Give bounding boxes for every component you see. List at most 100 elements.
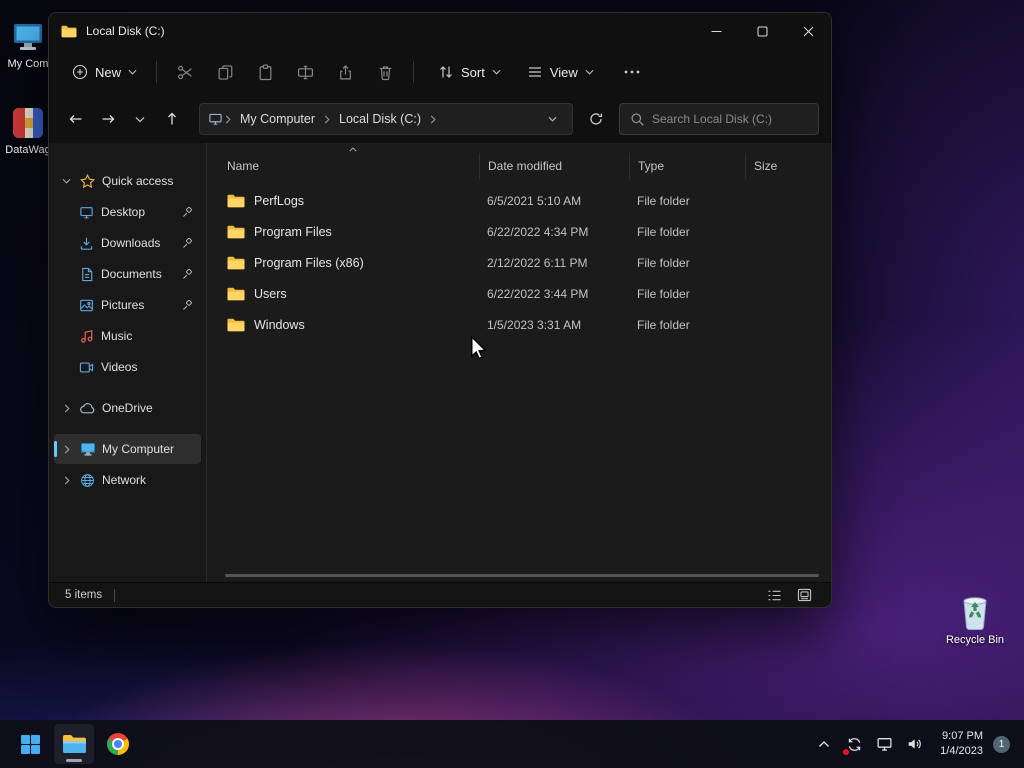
column-header-size[interactable]: Size	[745, 153, 807, 179]
horizontal-scrollbar[interactable]	[225, 574, 819, 577]
sidebar-item-my-computer[interactable]: My Computer	[54, 434, 201, 464]
file-row[interactable]: Users 6/22/2022 3:44 PM File folder	[207, 278, 831, 309]
title-bar: Local Disk (C:)	[49, 13, 831, 49]
sidebar-item-label: Pictures	[101, 298, 145, 312]
sidebar-item-pictures[interactable]: Pictures	[54, 290, 201, 320]
desktop-monitor-icon	[78, 205, 95, 220]
recent-locations-button[interactable]	[125, 104, 155, 134]
downloads-icon	[78, 236, 95, 251]
taskbar-chrome-button[interactable]	[98, 724, 138, 764]
toolbar-divider	[156, 61, 158, 83]
file-row[interactable]: Program Files (x86) 2/12/2022 6:11 PM Fi…	[207, 247, 831, 278]
pin-icon	[182, 206, 196, 218]
delete-button[interactable]	[365, 55, 405, 89]
file-type: File folder	[637, 317, 690, 332]
file-date-modified: 1/5/2023 3:31 AM	[487, 317, 582, 332]
close-button[interactable]	[785, 13, 831, 49]
folder-icon	[227, 194, 245, 208]
pin-icon	[182, 237, 196, 249]
folder-icon	[227, 287, 245, 301]
tray-sync-icon[interactable]	[840, 724, 868, 764]
column-header-name[interactable]: Name	[227, 147, 479, 179]
share-button[interactable]	[325, 55, 365, 89]
navigation-pane: Quick access Desktop Downloads Documents…	[49, 143, 207, 582]
sidebar-item-music[interactable]: Music	[54, 321, 201, 351]
sort-ascending-icon	[349, 147, 357, 152]
sidebar-item-label: Desktop	[101, 205, 146, 219]
refresh-button[interactable]	[581, 104, 611, 134]
cloud-icon	[79, 402, 96, 414]
maximize-button[interactable]	[739, 13, 785, 49]
sidebar-item-label: Videos	[101, 360, 138, 374]
sidebar-item-videos[interactable]: Videos	[54, 352, 201, 382]
sidebar-item-label: My Computer	[102, 442, 175, 456]
forward-button[interactable]	[93, 104, 123, 134]
back-button[interactable]	[61, 104, 91, 134]
chevron-right-icon	[223, 115, 233, 124]
sidebar-item-onedrive[interactable]: OneDrive	[54, 393, 201, 423]
sidebar-item-label: Documents	[101, 267, 162, 281]
file-type: File folder	[637, 286, 690, 301]
file-row[interactable]: Windows 1/5/2023 3:31 AM File folder	[207, 309, 831, 340]
new-button-label: New	[95, 64, 122, 80]
minimize-button[interactable]	[693, 13, 739, 49]
chevron-down-icon	[492, 69, 501, 75]
folder-icon	[227, 318, 245, 332]
column-header-type[interactable]: Type	[629, 153, 745, 179]
notification-count-badge[interactable]: 1	[993, 735, 1010, 753]
sidebar-item-label: Quick access	[102, 174, 174, 188]
item-count: 5 items	[65, 589, 103, 601]
sort-button[interactable]: Sort	[428, 57, 511, 87]
column-headers: Name Date modified Type Size	[207, 147, 831, 179]
toolbar-divider	[413, 61, 415, 83]
large-icons-view-button[interactable]	[793, 585, 815, 605]
recycle-bin-icon	[943, 592, 1007, 630]
breadcrumb-my-computer[interactable]: My Computer	[233, 108, 322, 130]
desktop-icon-label: Recycle Bin	[945, 634, 1005, 646]
rename-button[interactable]	[285, 55, 325, 89]
folder-icon	[227, 225, 245, 239]
folder-icon	[227, 256, 245, 270]
file-row[interactable]: PerfLogs 6/5/2021 5:10 AM File folder	[207, 185, 831, 216]
taskbar-clock[interactable]: 9:07 PM 1/4/2023	[930, 729, 991, 759]
file-type: File folder	[637, 193, 690, 208]
address-dropdown-button[interactable]	[540, 107, 564, 131]
view-icon	[527, 64, 543, 80]
copy-button[interactable]	[205, 55, 245, 89]
chevron-right-icon	[60, 404, 73, 413]
command-bar: New Sort View	[49, 49, 831, 95]
breadcrumb-local-disk-c[interactable]: Local Disk (C:)	[332, 108, 428, 130]
sidebar-item-label: Music	[101, 329, 133, 343]
cut-button[interactable]	[165, 55, 205, 89]
window-title: Local Disk (C:)	[86, 24, 165, 38]
tray-network-icon[interactable]	[870, 724, 898, 764]
chevron-right-icon	[60, 445, 73, 454]
breadcrumb[interactable]: My Computer Local Disk (C:)	[199, 103, 573, 135]
tray-show-hidden-icons-button[interactable]	[810, 724, 838, 764]
file-explorer-window: Local Disk (C:) New Sort View My Compute…	[48, 12, 832, 608]
taskbar-file-explorer-button[interactable]	[54, 724, 94, 764]
sidebar-item-documents[interactable]: Documents	[54, 259, 201, 289]
view-button-label: View	[549, 64, 578, 80]
desktop-icon-recycle-bin[interactable]: Recycle Bin	[943, 592, 1007, 647]
column-header-date-modified[interactable]: Date modified	[479, 153, 629, 179]
sidebar-item-network[interactable]: Network	[54, 465, 201, 495]
file-date-modified: 6/22/2022 3:44 PM	[487, 286, 589, 301]
sidebar-item-downloads[interactable]: Downloads	[54, 228, 201, 258]
sidebar-item-desktop[interactable]: Desktop	[54, 197, 201, 227]
file-row[interactable]: Program Files 6/22/2022 4:34 PM File fol…	[207, 216, 831, 247]
computer-icon	[79, 442, 96, 456]
start-button[interactable]	[10, 724, 50, 764]
new-button[interactable]: New	[61, 57, 148, 87]
tray-volume-icon[interactable]	[900, 724, 928, 764]
sidebar-item-quick-access[interactable]: Quick access	[54, 166, 201, 196]
paste-button[interactable]	[245, 55, 285, 89]
more-options-button[interactable]	[614, 55, 650, 89]
up-button[interactable]	[157, 104, 187, 134]
details-view-button[interactable]	[763, 585, 785, 605]
sort-icon	[438, 64, 454, 80]
address-bar: My Computer Local Disk (C:)	[49, 95, 831, 143]
chevron-down-icon	[128, 69, 137, 75]
view-button[interactable]: View	[517, 57, 604, 87]
search-input[interactable]	[620, 104, 818, 134]
